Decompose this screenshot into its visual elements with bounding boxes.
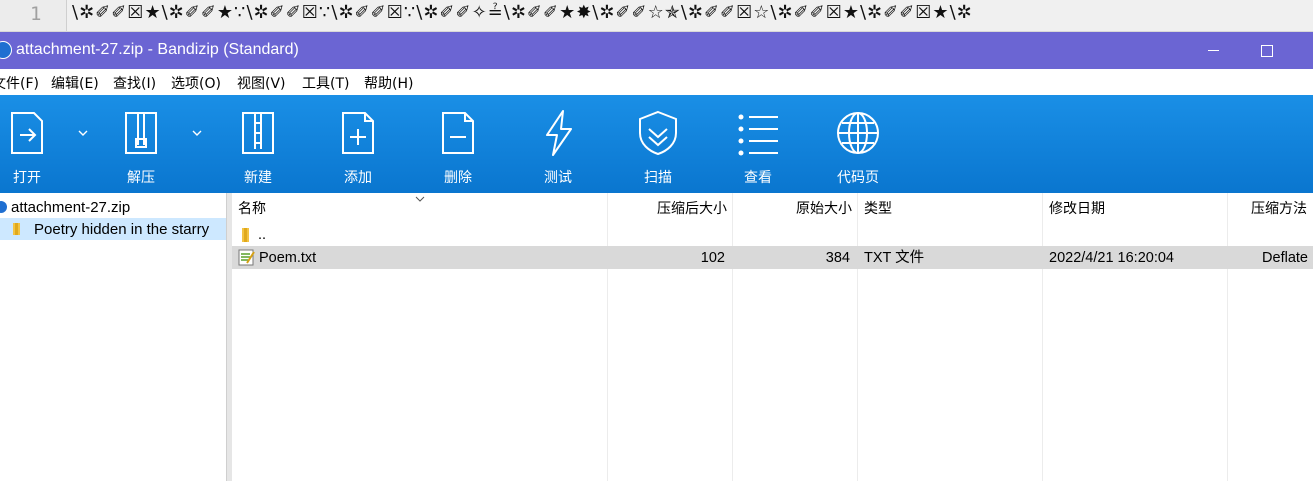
row-modified: 2022/4/21 16:20:04 [1049,250,1174,266]
file-list: 名称 压缩后大小 原始大小 类型 修改日期 压缩方法 .. Poem.txt 1… [232,193,1313,481]
file-list-header: 名称 压缩后大小 原始大小 类型 修改日期 压缩方法 [232,193,1313,223]
add-file-icon [342,112,374,154]
line-number: 1 [30,3,42,25]
sort-chevron-icon [415,196,425,202]
open-dropdown-chevron-icon[interactable] [78,128,88,138]
extract-dropdown-chevron-icon[interactable] [192,128,202,138]
folder-icon [13,223,20,235]
bandizip-app-icon [0,41,12,59]
editor-text-line[interactable]: \✲✐✐☒★\✲✐✐★∵\✲✐✐☒∵\✲✐✐☒∵\✲✐✐✧≟\✲✐✐★✸\✲✐✐… [72,2,1313,23]
table-row-parent[interactable]: .. [232,223,1313,246]
tree-folder-item[interactable]: Poetry hidden in the starry [0,218,226,240]
column-method-header[interactable]: 压缩方法 [1228,193,1307,223]
scan-button[interactable]: 扫描 [615,95,701,193]
row-name: .. [258,227,267,243]
view-button[interactable]: 查看 [715,95,801,193]
maximize-icon [1261,44,1273,57]
menu-edit[interactable]: 编辑(E) [51,73,99,93]
delete-file-icon [442,112,474,154]
delete-button[interactable]: 删除 [415,95,501,193]
tree-folder-label: Poetry hidden in the starry [34,220,210,238]
test-label: 测试 [544,170,572,186]
minimize-icon [1207,50,1219,51]
codepage-globe-icon [837,112,879,154]
test-lightning-icon [546,110,572,156]
table-row[interactable]: Poem.txt 102 384 TXT 文件 2022/4/21 16:20:… [232,246,1313,269]
window-title-bar[interactable]: attachment-27.zip - Bandizip (Standard) [0,32,1313,69]
tree-root-label: attachment-27.zip [11,198,131,216]
row-name: Poem.txt [259,250,317,266]
menu-tools[interactable]: 工具(T) [302,73,349,93]
extract-icon [125,112,157,154]
extract-label: 解压 [127,170,155,186]
new-archive-label: 新建 [244,170,272,186]
column-name-header[interactable]: 名称 [238,193,266,223]
row-packed-size: 102 [700,250,725,266]
minimize-button[interactable] [1190,32,1236,69]
menu-bar: 文件(F) 编辑(E) 查找(I) 选项(O) 视图(V) 工具(T) 帮助(H… [0,69,1313,95]
main-toolbar: 打开 解压 新建 添加 删除 测试 扫描 查看 代码页 [0,95,1313,193]
column-size-header[interactable]: 原始大小 [733,193,852,223]
view-list-icon [738,114,778,156]
column-packed-header[interactable]: 压缩后大小 [608,193,727,223]
menu-file[interactable]: 文件(F) [0,73,39,93]
scan-label: 扫描 [644,170,672,186]
scan-shield-icon [639,110,677,156]
codepage-label: 代码页 [837,170,879,186]
tree-root-item[interactable]: attachment-27.zip [0,196,130,218]
codepage-button[interactable]: 代码页 [815,95,901,193]
add-button[interactable]: 添加 [315,95,401,193]
view-label: 查看 [744,170,772,186]
window-title: attachment-27.zip - Bandizip (Standard) [16,41,299,58]
text-file-icon [238,249,255,266]
open-label: 打开 [13,170,41,186]
new-archive-button[interactable]: 新建 [215,95,301,193]
text-editor-strip: 1 \✲✐✐☒★\✲✐✐★∵\✲✐✐☒∵\✲✐✐☒∵\✲✐✐✧≟\✲✐✐★✸\✲… [0,0,1313,32]
test-button[interactable]: 测试 [515,95,601,193]
folder-icon [242,228,249,242]
extract-button[interactable]: 解压 [98,95,184,193]
new-archive-icon [242,112,274,154]
add-label: 添加 [344,170,372,186]
zip-archive-icon [0,201,7,213]
column-type-header[interactable]: 类型 [864,193,892,223]
delete-label: 删除 [444,170,472,186]
column-modified-header[interactable]: 修改日期 [1049,193,1105,223]
open-icon [11,112,43,154]
menu-view[interactable]: 视图(V) [237,73,286,93]
menu-find[interactable]: 查找(I) [113,73,156,93]
row-method: Deflate [1262,250,1308,266]
row-original-size: 384 [825,250,850,266]
maximize-button[interactable] [1244,32,1290,69]
row-type: TXT 文件 [864,250,925,266]
menu-help[interactable]: 帮助(H) [364,73,413,93]
menu-options[interactable]: 选项(O) [171,73,221,93]
folder-tree-panel: attachment-27.zip Poetry hidden in the s… [0,193,227,481]
open-button[interactable]: 打开 [0,95,70,193]
